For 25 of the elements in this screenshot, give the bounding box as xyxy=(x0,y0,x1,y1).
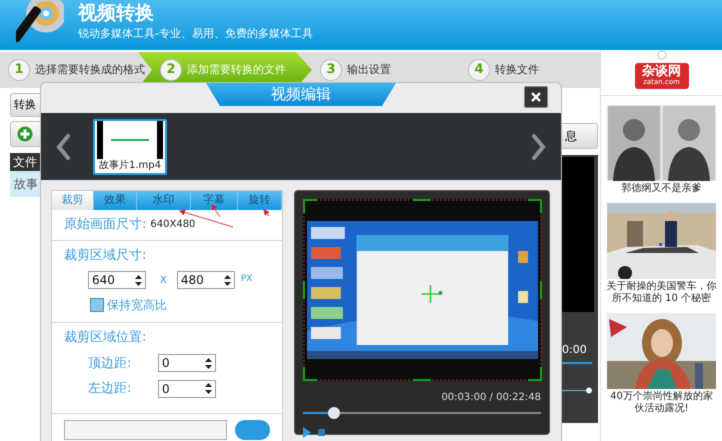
ad-caption[interactable]: 关于耐操的美国警车，你所不知道的 10 个秘密 xyxy=(606,281,718,305)
time-label: 0:00 xyxy=(562,342,588,358)
field-label: 顶边距: xyxy=(88,354,132,372)
app-title: 视频转换 xyxy=(78,1,155,25)
times-label: X xyxy=(160,274,167,288)
ad-caption[interactable]: 40万个崇尚性解放的家伙活动露况! xyxy=(606,391,718,415)
field-label: 左边距: xyxy=(88,380,132,398)
section-label: 裁剪区域位置: xyxy=(64,329,148,347)
field-label: 原始画面尺寸: xyxy=(64,216,146,234)
size-value: 640X480 xyxy=(150,218,196,232)
wizard-step[interactable]: 4 转换文件 xyxy=(460,52,600,88)
number-field[interactable]: 0 xyxy=(158,354,216,372)
video-thumbnail[interactable]: 故事片1.mp4 xyxy=(93,118,167,174)
dialog-title: 视频编辑 xyxy=(206,83,396,106)
edit-tab[interactable]: 效果 xyxy=(94,191,137,210)
time-label: 00:03:00 / 00:22:48 xyxy=(440,391,541,405)
checkbox-label: 保持宽高比 xyxy=(107,297,167,314)
ad-caption[interactable]: 郭德纲又不是亲爹 xyxy=(606,183,718,195)
unit-label: PX xyxy=(240,273,252,286)
app-subtitle: 锐动多媒体工具-专业、易用、免费的多媒体工具 xyxy=(78,26,313,42)
edit-tab[interactable]: 字幕 xyxy=(191,191,238,210)
number-field[interactable]: 0 xyxy=(158,380,216,398)
section-label: 裁剪区域尺寸: xyxy=(64,246,148,264)
number-field[interactable]: 480 xyxy=(176,271,235,289)
number-field[interactable]: 640 xyxy=(88,271,146,289)
